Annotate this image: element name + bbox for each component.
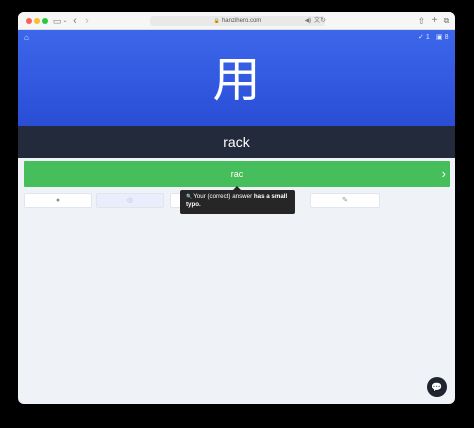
edit-button[interactable]: ✎ [310,193,380,208]
correct-count: ✓ 1 [418,34,430,41]
chevron-left-icon[interactable]: ‹ [71,15,79,27]
home-icon[interactable]: ⌂ [24,33,29,42]
chevron-down-icon[interactable]: ⌄ [62,15,68,27]
magnifier-icon: 🔍 [186,194,193,200]
audio-icon: ● [55,197,61,204]
close-window-button[interactable] [26,18,32,24]
prompt-meaning: rack [18,126,455,158]
tooltip-arrow [233,186,241,190]
lock-icon: 🔒 [213,18,220,24]
character-card: ⌂ ✓ 1 ▣ 8 用 [18,30,455,126]
zoom-window-button[interactable] [42,18,48,24]
inbox-icon: ▣ [436,34,443,41]
info-button[interactable]: ◎ [96,193,164,208]
browser-toolbar: ▭ ⌄ ‹ › 🔒 hanzihero.com ◀) 文 ↻ ⇧ + ⧉ [18,12,455,30]
reload-icon[interactable]: ↻ [319,15,327,27]
typo-tooltip: 🔍Your (correct) answer has a small typo. [180,186,295,214]
tabs-icon[interactable]: ⧉ [442,15,451,27]
hanzi-character: 用 [212,52,261,108]
answer-input[interactable]: rac › [24,161,450,187]
url-text: hanzihero.com [221,18,262,24]
info-icon: ◎ [126,197,134,204]
chat-bubble-icon: 💬 [431,382,443,392]
check-icon: ✓ [418,34,424,41]
edit-icon: ✎ [342,197,348,204]
plus-icon[interactable]: + [430,15,439,27]
sidebar-icon[interactable]: ▭ [52,15,62,27]
review-count: ▣ 8 [436,34,449,41]
browser-window: ▭ ⌄ ‹ › 🔒 hanzihero.com ◀) 文 ↻ ⇧ + ⧉ ⌂ ✓ … [18,12,455,404]
audio-button[interactable]: ● [24,193,92,208]
next-chevron-icon[interactable]: › [442,161,446,187]
share-icon[interactable]: ⇧ [417,15,426,27]
answer-text: rac [230,169,244,179]
minimize-window-button[interactable] [34,18,40,24]
address-bar[interactable]: 🔒 hanzihero.com [150,16,325,26]
speaker-icon[interactable]: ◀) [304,15,312,27]
chevron-right-icon[interactable]: › [83,15,91,27]
chat-button[interactable]: 💬 [427,377,447,397]
